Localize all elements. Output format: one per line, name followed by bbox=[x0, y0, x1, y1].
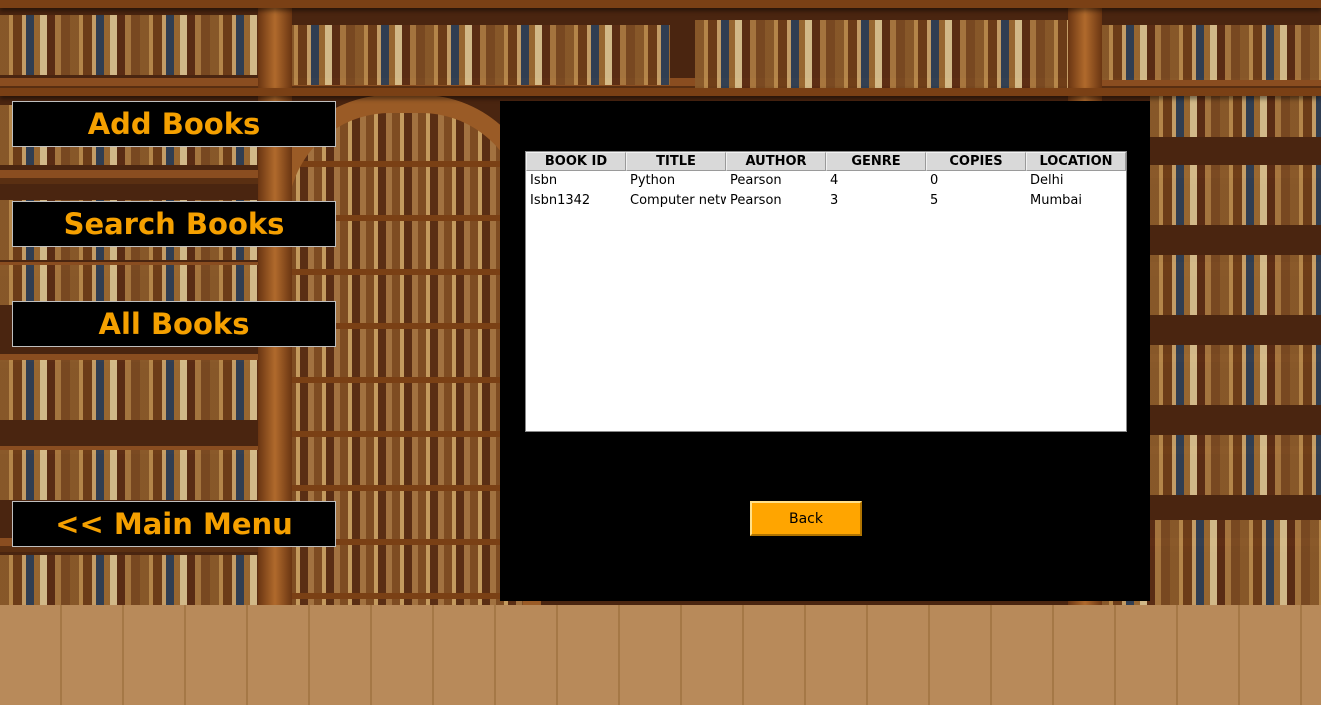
add-books-button[interactable]: Add Books bbox=[12, 101, 336, 147]
cell-location: Delhi bbox=[1030, 173, 1064, 188]
cell-title: Computer networks bbox=[630, 193, 726, 208]
all-books-panel: BOOK ID TITLE AUTHOR GENRE COPIES LOCATI… bbox=[500, 101, 1150, 601]
main-menu-label: << Main Menu bbox=[55, 507, 293, 541]
table-header: BOOK ID TITLE AUTHOR GENRE COPIES LOCATI… bbox=[526, 152, 1126, 171]
column-header-location[interactable]: LOCATION bbox=[1026, 152, 1126, 171]
cell-author: Pearson bbox=[730, 193, 782, 208]
search-books-label: Search Books bbox=[63, 207, 285, 241]
cell-book-id: Isbn1342 bbox=[530, 193, 591, 208]
column-header-copies[interactable]: COPIES bbox=[926, 152, 1026, 171]
column-header-author[interactable]: AUTHOR bbox=[726, 152, 826, 171]
cell-genre: 3 bbox=[830, 193, 839, 208]
column-header-book-id[interactable]: BOOK ID bbox=[526, 152, 626, 171]
column-header-title[interactable]: TITLE bbox=[626, 152, 726, 171]
cell-copies: 5 bbox=[930, 193, 939, 208]
cell-location: Mumbai bbox=[1030, 193, 1082, 208]
back-label: Back bbox=[789, 510, 823, 527]
column-header-genre[interactable]: GENRE bbox=[826, 152, 926, 171]
cell-copies: 0 bbox=[930, 173, 939, 188]
main-menu-button[interactable]: << Main Menu bbox=[12, 501, 336, 547]
cell-title: Python bbox=[630, 173, 676, 188]
cell-author: Pearson bbox=[730, 173, 782, 188]
search-books-button[interactable]: Search Books bbox=[12, 201, 336, 247]
table-row[interactable]: Isbn1342 Computer networks Pearson 3 5 M… bbox=[526, 191, 1126, 211]
table-row[interactable]: Isbn Python Pearson 4 0 Delhi bbox=[526, 171, 1126, 191]
cell-book-id: Isbn bbox=[530, 173, 558, 188]
back-button[interactable]: Back bbox=[750, 501, 862, 536]
all-books-button[interactable]: All Books bbox=[12, 301, 336, 347]
add-books-label: Add Books bbox=[87, 107, 261, 141]
cell-genre: 4 bbox=[830, 173, 839, 188]
all-books-label: All Books bbox=[98, 307, 250, 341]
books-table[interactable]: BOOK ID TITLE AUTHOR GENRE COPIES LOCATI… bbox=[525, 151, 1127, 432]
